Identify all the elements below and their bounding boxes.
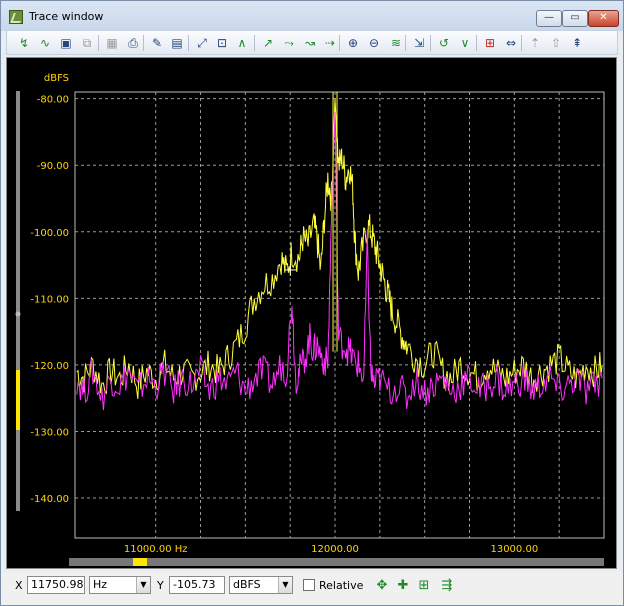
autoscale-icon[interactable]: ⇲ <box>410 34 428 52</box>
toolbar-separator <box>254 35 255 51</box>
toolbar-separator <box>405 35 406 51</box>
trace-window: Trace window — ▭ ✕ ↯ ∿ ▣ ⧉ ▦ ⎙ ✎ ▤ ⤢ ⊡ ∧ ↗ ⤳ ↝ ⇢ ⊕ ⊖ ≋ ⇲ ↺ ∨… <box>0 0 624 606</box>
y-tick-label: -140.00 <box>30 494 69 505</box>
chevron-down-icon: ▼ <box>278 577 292 593</box>
horizontal-scroll-thumb[interactable] <box>133 558 147 566</box>
chevron-down-icon: ▼ <box>136 577 150 593</box>
y-scroll-rail <box>16 91 20 511</box>
relative-label: Relative <box>319 579 364 592</box>
y-tick-label: -100.00 <box>30 228 69 239</box>
y-label: Y <box>157 579 164 592</box>
marker-4-icon[interactable]: ⇢ <box>321 34 339 52</box>
x-label: X <box>15 579 23 592</box>
relative-checkbox[interactable] <box>303 579 315 591</box>
y-scroll-thumb <box>16 370 20 430</box>
x-tick-label: 12000.00 <box>311 544 359 555</box>
copy-icon[interactable]: ⧉ <box>78 34 96 52</box>
smooth-icon[interactable]: ↺ <box>435 34 453 52</box>
toolbar-separator <box>188 35 189 51</box>
cursor-icon[interactable]: ⇞ <box>568 34 586 52</box>
move-marker-icon[interactable]: ✥ <box>373 577 391 595</box>
marker-2-icon[interactable]: ⤳ <box>280 34 298 52</box>
x-tick-label: 13000.00 <box>490 544 538 555</box>
grid-icon[interactable]: ▤ <box>168 34 186 52</box>
trace-green-icon[interactable]: ↯ <box>15 34 33 52</box>
x-tick-label: 11000.00 Hz <box>124 544 188 555</box>
marker-1-icon[interactable]: ↗ <box>259 34 277 52</box>
marker-gray-icon[interactable]: ⇡ <box>526 34 544 52</box>
toolbar-separator <box>476 35 477 51</box>
delta-icon[interactable]: ∨ <box>456 34 474 52</box>
save-icon[interactable]: ▣ <box>57 34 75 52</box>
zoom-fit-icon[interactable]: ⤢ <box>193 34 211 52</box>
y-tick-label: -80.00 <box>37 95 69 106</box>
toolbar-separator <box>521 35 522 51</box>
marker-up-icon[interactable]: ⇧ <box>547 34 565 52</box>
trace-wave-icon[interactable]: ∿ <box>36 34 54 52</box>
peak-icon[interactable]: ∧ <box>233 34 251 52</box>
minimize-button[interactable]: — <box>536 10 562 27</box>
marker-add-icon[interactable]: ⊞ <box>481 34 499 52</box>
x-unit-select[interactable]: Hz ▼ <box>89 576 151 594</box>
app-icon <box>9 10 23 24</box>
y-tick-label: -90.00 <box>37 161 69 172</box>
y-unit-select[interactable]: dBFS ▼ <box>229 576 293 594</box>
x-unit-value: Hz <box>93 578 108 591</box>
toolbar-separator <box>339 35 340 51</box>
x-value-field[interactable]: 11750.98 <box>27 576 85 594</box>
edit-icon[interactable]: ✎ <box>148 34 166 52</box>
status-bar: X 11750.98 Hz ▼ Y -105.73 dBFS ▼ Relativ… <box>1 572 623 605</box>
chart-icon[interactable]: ▦ <box>103 34 121 52</box>
toolbar-separator <box>430 35 431 51</box>
toolbar-separator <box>98 35 99 51</box>
title-bar: Trace window — ▭ ✕ <box>1 1 623 31</box>
marker-3-icon[interactable]: ↝ <box>301 34 319 52</box>
zoom-in-icon[interactable]: ⊕ <box>344 34 362 52</box>
y-value-field[interactable]: -105.73 <box>169 576 225 594</box>
maximize-button[interactable]: ▭ <box>562 10 588 27</box>
y-unit-value: dBFS <box>233 578 261 591</box>
toolbar-separator <box>143 35 144 51</box>
y-axis-label: dBFS <box>44 73 69 84</box>
zoom-box-icon[interactable]: ⊡ <box>213 34 231 52</box>
add-marker-icon[interactable]: ✚ <box>394 577 412 595</box>
close-button[interactable]: ✕ <box>588 10 619 27</box>
spectrum-chart[interactable]: -80.00 -90.00 -100.00 -110.00 -120.00 -130.00… <box>7 58 616 568</box>
arrows-icon[interactable]: ⇔ <box>502 34 520 52</box>
toolbar: ↯ ∿ ▣ ⧉ ▦ ⎙ ✎ ▤ ⤢ ⊡ ∧ ↗ ⤳ ↝ ⇢ ⊕ ⊖ ≋ ⇲ ↺ ∨ ⊞ ⇔ ⇡ ⇧ ⇞ <box>6 30 618 55</box>
delete-marker-icon[interactable]: ⊞ <box>415 577 433 595</box>
print-icon[interactable]: ⎙ <box>124 34 142 52</box>
y-tick-label: -120.00 <box>30 361 69 372</box>
marker-list-icon[interactable]: ⇶ <box>438 577 456 595</box>
horizontal-scrollbar[interactable] <box>69 558 604 566</box>
fit-trace-icon[interactable]: ≋ <box>387 34 405 52</box>
plot-area[interactable]: -80.00 -90.00 -100.00 -110.00 -120.00 -130.00… <box>6 57 617 569</box>
window-title: Trace window <box>29 10 104 23</box>
y-tick-label: -110.00 <box>30 294 69 305</box>
zoom-out-icon[interactable]: ⊖ <box>365 34 383 52</box>
y-tick-label: -130.00 <box>30 427 69 438</box>
y-scroll-handle <box>15 311 21 317</box>
